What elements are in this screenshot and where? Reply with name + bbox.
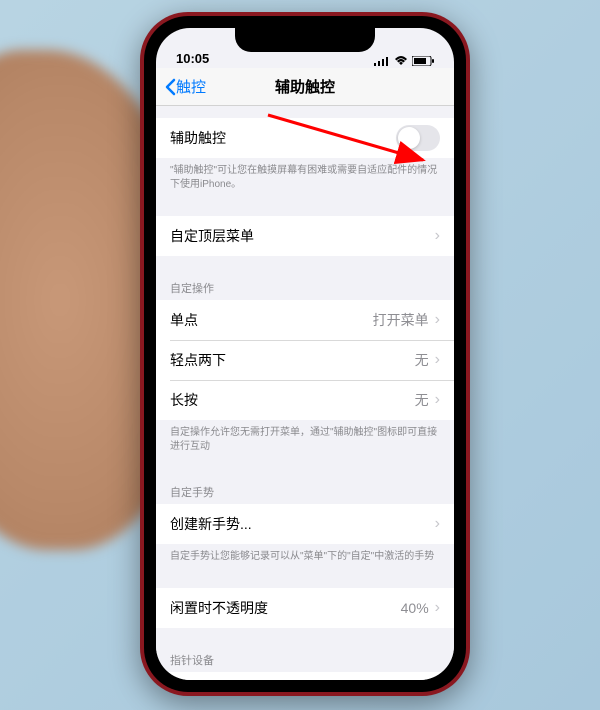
row-customize-menu[interactable]: 自定顶层菜单 › [156, 216, 454, 256]
section-menu: 自定顶层菜单 › [156, 216, 454, 256]
chevron-right-icon: › [435, 391, 440, 409]
section-opacity: 闲置时不透明度 40% › [156, 588, 454, 628]
back-button[interactable]: 触控 [156, 76, 206, 97]
row-label: 自定顶层菜单 [170, 226, 435, 246]
section-main-toggle: 辅助触控 "辅助触控"可让您在触摸屏幕有困难或需要自适应配件的情况下使用iPho… [156, 118, 454, 198]
row-value: 无 [415, 350, 429, 370]
battery-icon [412, 56, 434, 66]
nav-bar: 触控 辅助触控 [156, 68, 454, 106]
chevron-left-icon [164, 78, 176, 96]
chevron-right-icon: › [435, 599, 440, 617]
phone-screen: 10:05 触控 辅助触控 辅助触控 [156, 28, 454, 680]
chevron-right-icon: › [435, 311, 440, 329]
row-devices[interactable]: 设备 › [156, 672, 454, 680]
section-header: 自定操作 [156, 274, 454, 300]
row-label: 轻点两下 [170, 350, 415, 370]
settings-content[interactable]: 辅助触控 "辅助触控"可让您在触摸屏幕有困难或需要自适应配件的情况下使用iPho… [156, 106, 454, 680]
section-header: 指针设备 [156, 646, 454, 672]
row-single-tap[interactable]: 单点 打开菜单 › [156, 300, 454, 340]
row-value: 40% [401, 600, 429, 616]
row-long-press[interactable]: 长按 无 › [156, 380, 454, 420]
row-double-tap[interactable]: 轻点两下 无 › [156, 340, 454, 380]
wifi-icon [394, 56, 408, 66]
page-title: 辅助触控 [275, 76, 335, 97]
row-value: 无 [415, 390, 429, 410]
row-label: 闲置时不透明度 [170, 598, 401, 618]
row-create-gesture[interactable]: 创建新手势... › [156, 504, 454, 544]
status-time: 10:05 [176, 51, 209, 66]
row-assistive-touch-toggle[interactable]: 辅助触控 [156, 118, 454, 158]
section-gestures: 自定手势 创建新手势... › 自定手势让您能够记录可以从"菜单"下的"自定"中… [156, 478, 454, 570]
section-footer: 自定操作允许您无需打开菜单，通过"辅助触控"图标即可直接进行互动 [156, 420, 454, 460]
phone-frame: 10:05 触控 辅助触控 辅助触控 [140, 12, 470, 696]
section-header: 自定手势 [156, 478, 454, 504]
section-footer: 自定手势让您能够记录可以从"菜单"下的"自定"中激活的手势 [156, 544, 454, 570]
row-value: 打开菜单 [373, 310, 429, 330]
row-label: 长按 [170, 390, 415, 410]
signal-icon [374, 56, 390, 66]
section-custom-actions: 自定操作 单点 打开菜单 › 轻点两下 无 › 长按 无 › [156, 274, 454, 460]
row-label: 创建新手势... [170, 514, 435, 534]
row-idle-opacity[interactable]: 闲置时不透明度 40% › [156, 588, 454, 628]
section-pointer: 指针设备 设备 › 鼠标键 › 显示屏幕键盘 [156, 646, 454, 680]
section-footer: "辅助触控"可让您在触摸屏幕有困难或需要自适应配件的情况下使用iPhone。 [156, 158, 454, 198]
chevron-right-icon: › [435, 515, 440, 533]
chevron-right-icon: › [435, 227, 440, 245]
notch [235, 28, 375, 52]
row-label: 辅助触控 [170, 128, 396, 148]
back-label: 触控 [176, 76, 206, 97]
row-label: 单点 [170, 310, 373, 330]
chevron-right-icon: › [435, 351, 440, 369]
toggle-assistive-touch[interactable] [396, 125, 440, 151]
